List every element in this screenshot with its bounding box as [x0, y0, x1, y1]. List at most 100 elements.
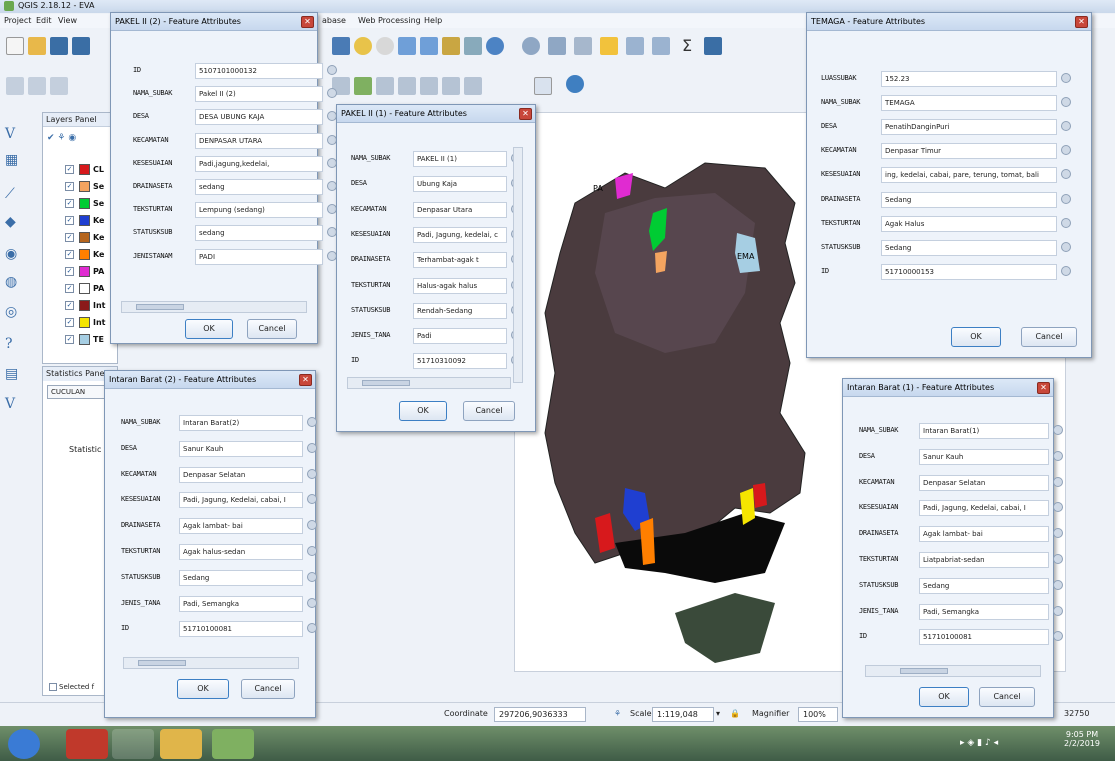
- attribute-value-field[interactable]: Sedang: [919, 577, 1049, 594]
- attribute-value-field[interactable]: Padi,jagung,kedelai,: [195, 155, 323, 172]
- field-clear-icon[interactable]: [307, 571, 317, 582]
- add-raster-layer-icon[interactable]: ▦: [2, 150, 26, 172]
- add-spatialite-layer-icon[interactable]: ◆: [2, 212, 26, 234]
- attribute-value-field[interactable]: ing, kedelai, cabai, pare, terung, tomat…: [881, 167, 1057, 184]
- field-clear-icon[interactable]: [1053, 554, 1063, 564]
- label-rotate-icon[interactable]: [442, 77, 460, 95]
- attribute-value-field[interactable]: 51710100081: [179, 621, 303, 638]
- layer-visibility-checkbox[interactable]: ✓: [65, 233, 74, 242]
- attribute-value-field[interactable]: 152.23: [881, 71, 1057, 87]
- field-clear-icon[interactable]: [327, 65, 337, 75]
- menu-view[interactable]: View: [58, 16, 77, 25]
- layer-visibility-checkbox[interactable]: ✓: [65, 182, 74, 191]
- cancel-button[interactable]: Cancel: [979, 687, 1035, 707]
- attribute-value-field[interactable]: Sanur Kauh: [919, 448, 1049, 465]
- horizontal-scrollbar[interactable]: [123, 657, 299, 669]
- field-clear-icon[interactable]: [307, 597, 317, 608]
- save-as-icon[interactable]: [72, 37, 90, 55]
- system-clock[interactable]: 9:05 PM 2/2/2019: [1057, 730, 1107, 748]
- cancel-button[interactable]: Cancel: [247, 319, 297, 339]
- opera-taskbar-icon[interactable]: [66, 729, 108, 759]
- attribute-value-field[interactable]: Intaran Barat(1): [919, 423, 1049, 439]
- attribute-value-field[interactable]: Liatpabriat-sedan: [919, 552, 1049, 568]
- field-calculator-icon[interactable]: [652, 37, 670, 55]
- field-clear-icon[interactable]: [307, 468, 317, 479]
- layer-visibility-checkbox[interactable]: ✓: [65, 335, 74, 344]
- attribute-value-field[interactable]: sedang: [195, 225, 323, 242]
- label-show-icon[interactable]: [398, 77, 416, 95]
- attribute-value-field[interactable]: Sedang: [881, 191, 1057, 208]
- lock-scale-icon[interactable]: 🔒: [730, 709, 740, 718]
- label-tool-icon[interactable]: [354, 77, 372, 95]
- add-mssql-layer-icon[interactable]: ◉: [2, 244, 26, 266]
- start-button-icon[interactable]: [8, 729, 40, 759]
- select-by-expression-icon[interactable]: [600, 37, 618, 55]
- dialog-close-icon[interactable]: ✕: [301, 16, 314, 28]
- menu-web[interactable]: Web: [358, 16, 375, 25]
- zoom-out-icon[interactable]: [376, 37, 394, 55]
- layer-visibility-checkbox[interactable]: ✓: [65, 301, 74, 310]
- magnifier-field[interactable]: 100%: [798, 707, 838, 722]
- field-clear-icon[interactable]: [307, 546, 317, 556]
- open-attribute-table-icon[interactable]: [626, 37, 644, 55]
- field-clear-icon[interactable]: [1053, 450, 1063, 461]
- attribute-value-field[interactable]: Padi: [413, 328, 507, 345]
- edit-pencil-icon[interactable]: [6, 77, 24, 95]
- ok-button[interactable]: OK: [185, 319, 233, 339]
- new-project-icon[interactable]: [6, 37, 24, 55]
- layer-visibility-checkbox[interactable]: ✓: [65, 267, 74, 276]
- attribute-value-field[interactable]: Sedang: [881, 239, 1057, 256]
- attribute-value-field[interactable]: Halus-agak halus: [413, 277, 507, 294]
- vertical-scrollbar[interactable]: [513, 147, 523, 383]
- zoom-full-icon[interactable]: [398, 37, 416, 55]
- cancel-button[interactable]: Cancel: [241, 679, 295, 699]
- attribute-value-field[interactable]: Intaran Barat(2): [179, 415, 303, 431]
- layer-visibility-checkbox[interactable]: ✓: [65, 284, 74, 293]
- media-player-taskbar-icon[interactable]: [112, 729, 154, 759]
- explorer-taskbar-icon[interactable]: [160, 729, 202, 759]
- field-clear-icon[interactable]: [1053, 605, 1063, 616]
- attribute-value-field[interactable]: 51710000153: [881, 263, 1057, 280]
- attribute-value-field[interactable]: DENPASAR UTARA: [195, 132, 323, 149]
- ok-button[interactable]: OK: [177, 679, 229, 699]
- attribute-value-field[interactable]: Denpasar Selatan: [919, 474, 1049, 491]
- refresh-icon[interactable]: [486, 37, 504, 55]
- layer-visibility-checkbox[interactable]: ✓: [65, 216, 74, 225]
- open-project-icon[interactable]: [28, 37, 46, 55]
- ok-button[interactable]: OK: [399, 401, 447, 421]
- ok-button[interactable]: OK: [951, 327, 1001, 347]
- menu-help[interactable]: Help: [424, 16, 442, 25]
- attribute-value-field[interactable]: Sanur Kauh: [179, 440, 303, 457]
- add-virtual-layer-icon[interactable]: V: [2, 394, 26, 416]
- sum-icon[interactable]: Σ: [678, 37, 696, 55]
- deselect-icon[interactable]: [574, 37, 592, 55]
- subak-intaran-timur[interactable]: [753, 483, 767, 508]
- field-clear-icon[interactable]: [1061, 145, 1071, 156]
- attribute-value-field[interactable]: Terhambat-agak t: [413, 252, 507, 269]
- field-clear-icon[interactable]: [1061, 97, 1071, 108]
- attribute-value-field[interactable]: Padi, Jagung, Kedelai, cabai, I: [919, 500, 1049, 517]
- attribute-value-field[interactable]: 5107101000132: [195, 63, 323, 79]
- field-clear-icon[interactable]: [307, 520, 317, 531]
- field-clear-icon[interactable]: [307, 417, 317, 427]
- qgis-taskbar-icon[interactable]: [212, 729, 254, 759]
- dialog-close-icon[interactable]: ✕: [1037, 382, 1050, 394]
- add-wms-layer-icon[interactable]: ◍: [2, 272, 26, 294]
- cancel-button[interactable]: Cancel: [1021, 327, 1077, 347]
- ok-button[interactable]: OK: [919, 687, 969, 707]
- attribute-value-field[interactable]: Padi, Jagung, Kedelai, cabai, I: [179, 492, 303, 509]
- attribute-value-field[interactable]: Agak Halus: [881, 215, 1057, 232]
- field-clear-icon[interactable]: [1061, 217, 1071, 228]
- zoom-last-icon[interactable]: [464, 37, 482, 55]
- attribute-value-field[interactable]: Padi, Semangka: [179, 595, 303, 612]
- add-wcs-layer-icon[interactable]: ◎: [2, 302, 26, 324]
- attribute-value-field[interactable]: Denpasar Timur: [881, 143, 1057, 160]
- statistics-layer-select[interactable]: CUCULAN: [47, 385, 111, 399]
- scale-dropdown-icon[interactable]: ▾: [716, 709, 720, 718]
- label-move-icon[interactable]: [420, 77, 438, 95]
- horizontal-scrollbar[interactable]: [347, 377, 511, 389]
- rotation-field[interactable]: 32750: [1064, 709, 1089, 718]
- attribute-value-field[interactable]: Padi, Jagung, kedelai, c: [413, 226, 507, 243]
- field-clear-icon[interactable]: [1053, 476, 1063, 487]
- add-wfs-layer-icon[interactable]: ?: [2, 334, 26, 356]
